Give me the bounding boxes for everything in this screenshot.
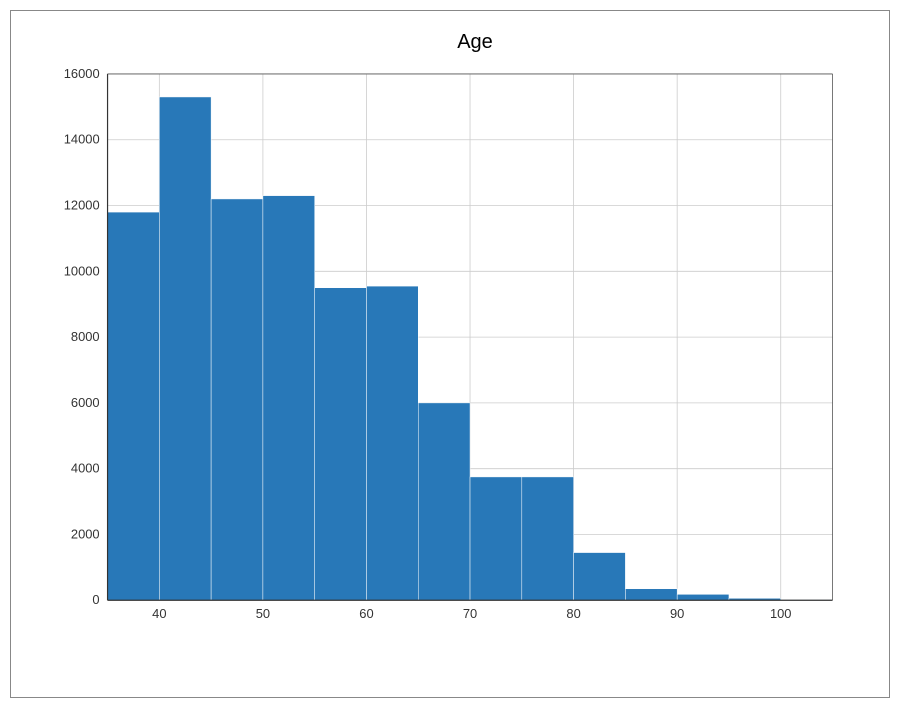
svg-text:50: 50 (256, 606, 270, 621)
svg-text:16000: 16000 (64, 66, 100, 81)
chart-title: Age (81, 31, 869, 54)
svg-text:70: 70 (463, 606, 477, 621)
svg-text:100: 100 (770, 606, 792, 621)
svg-text:6000: 6000 (71, 395, 100, 410)
svg-text:80: 80 (566, 606, 580, 621)
svg-text:90: 90 (670, 606, 684, 621)
histogram-svg: 4050607080901000200040006000800010000120… (81, 64, 869, 640)
svg-text:2000: 2000 (71, 526, 100, 541)
svg-text:40: 40 (152, 606, 166, 621)
svg-text:12000: 12000 (64, 197, 100, 212)
svg-text:0: 0 (92, 592, 99, 607)
chart-area: 4050607080901000200040006000800010000120… (81, 64, 869, 640)
svg-text:14000: 14000 (64, 132, 100, 147)
svg-text:60: 60 (359, 606, 373, 621)
svg-text:8000: 8000 (71, 329, 100, 344)
chart-container: Age 40 50 60 70 80 90 100 0 2000 4000 6000 8000 1000… (10, 10, 890, 698)
svg-text:4000: 4000 (71, 461, 100, 476)
svg-text:10000: 10000 (64, 263, 100, 278)
